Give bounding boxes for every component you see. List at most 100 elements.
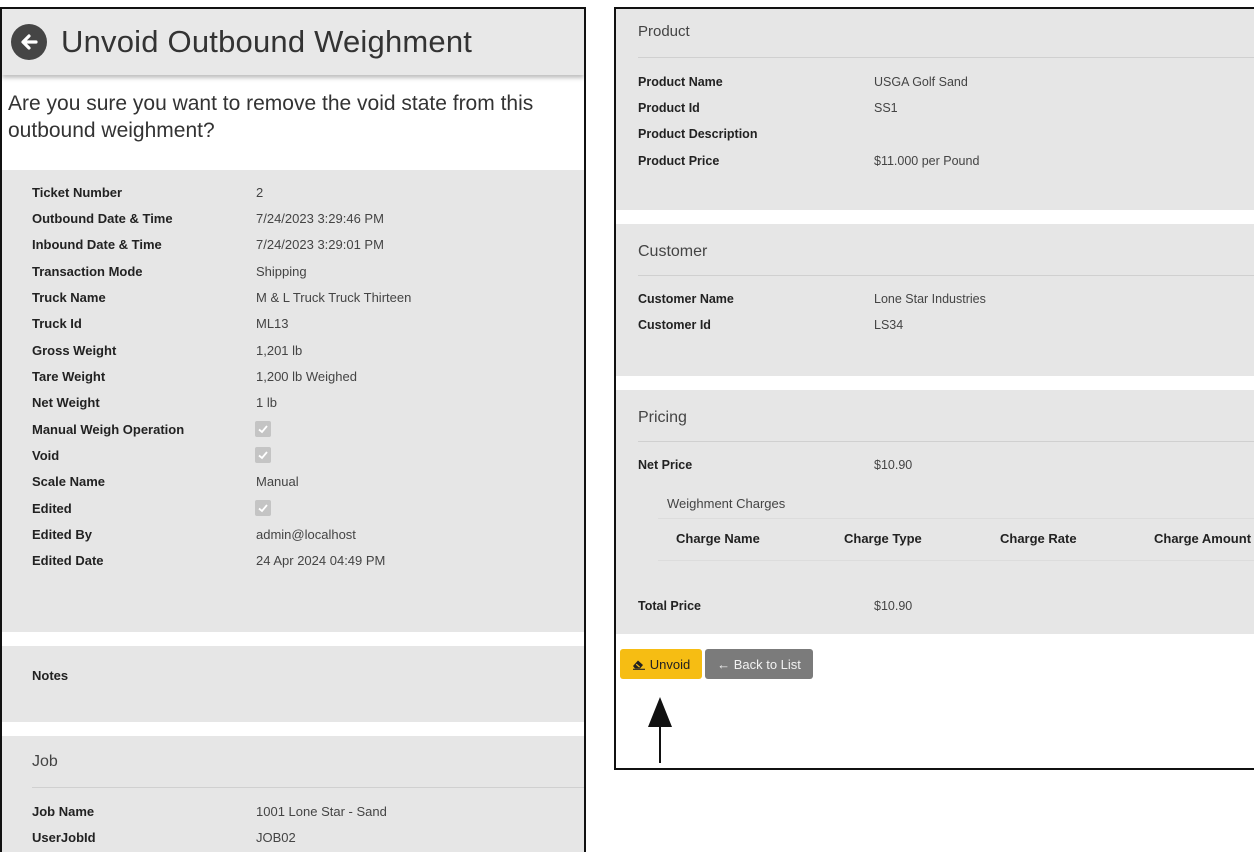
product-section: Product Product Name USGA Golf Sand Prod…: [616, 9, 1254, 210]
detail-row-manual-weigh: Manual Weigh Operation: [32, 416, 184, 442]
weighment-detail-panel: Unvoid Outbound Weighment Are you sure y…: [0, 7, 586, 852]
edited-date-value: 24 Apr 2024 04:49 PM: [256, 553, 386, 568]
product-description-label: Product Description: [638, 127, 758, 141]
detail-label: Gross Weight: [32, 342, 117, 358]
detail-label: Net Weight: [32, 394, 100, 410]
detail-row-scale-name: Scale Name: [32, 468, 105, 494]
detail-label: Truck Name: [32, 289, 106, 305]
notes-label: Notes: [32, 668, 69, 683]
edited-checkbox: [255, 500, 271, 516]
detail-row-void: Void: [32, 442, 59, 468]
weighment-pricing-panel: Product Product Name USGA Golf Sand Prod…: [614, 7, 1254, 770]
transaction-mode-value: Shipping: [256, 264, 307, 279]
charge-name-column-header: Charge Name: [676, 531, 760, 546]
scale-name-value: Manual: [256, 474, 299, 489]
detail-row-edited-date: Edited Date: [32, 547, 104, 573]
product-id-value: SS1: [874, 101, 898, 115]
detail-label: Truck Id: [32, 315, 82, 331]
detail-row-outbound-datetime: Outbound Date & Time: [32, 205, 173, 231]
detail-row-truck-name: Truck Name: [32, 284, 106, 310]
divider: [638, 57, 1254, 58]
divider: [638, 275, 1254, 276]
detail-label: Manual Weigh Operation: [32, 421, 185, 437]
customer-id-value: LS34: [874, 318, 904, 332]
truck-name-value: M & L Truck Truck Thirteen: [256, 290, 412, 305]
detail-label: Ticket Number: [32, 184, 123, 200]
job-section: Job Job Name 1001 Lone Star - Sand UserJ…: [2, 736, 584, 852]
detail-row-inbound-datetime: Inbound Date & Time: [32, 231, 162, 257]
product-price-value: $11.000 per Pound: [874, 154, 980, 168]
outbound-datetime-value: 7/24/2023 3:29:46 PM: [256, 211, 384, 226]
divider: [658, 518, 1254, 519]
weighment-details-section: Ticket Number 2 Outbound Date & Time 7/2…: [2, 170, 584, 632]
detail-row-ticket-number: Ticket Number: [32, 179, 122, 205]
back-arrow-icon[interactable]: [11, 24, 47, 60]
customer-heading: Customer: [638, 243, 708, 260]
detail-row-edited-by: Edited By: [32, 521, 92, 547]
detail-label: Scale Name: [32, 473, 105, 489]
eraser-icon: [632, 660, 645, 670]
pricing-heading: Pricing: [638, 409, 687, 426]
product-name-label: Product Name: [638, 75, 723, 89]
user-job-id-label: UserJobId: [32, 830, 96, 845]
detail-row-tare-weight: Tare Weight: [32, 363, 105, 389]
net-price-value: $10.90: [874, 458, 913, 472]
unvoid-button-label: Unvoid: [649, 656, 691, 672]
truck-id-value: ML13: [256, 316, 289, 331]
ticket-number-value: 2: [256, 185, 264, 200]
job-heading: Job: [32, 753, 58, 770]
net-weight-value: 1 lb: [256, 395, 277, 410]
job-name-label: Job Name: [32, 804, 95, 819]
product-name-value: USGA Golf Sand: [874, 75, 968, 89]
job-name-value: 1001 Lone Star - Sand: [256, 804, 387, 819]
divider: [638, 441, 1254, 442]
total-price-value: $10.90: [874, 599, 913, 613]
detail-label: Transaction Mode: [32, 263, 143, 279]
unvoid-button[interactable]: Unvoid: [620, 649, 702, 679]
detail-row-transaction-mode: Transaction Mode: [32, 258, 143, 284]
divider: [658, 560, 1254, 561]
gross-weight-value: 1,201 lb: [256, 343, 303, 358]
detail-row-edited: Edited: [32, 495, 72, 521]
check-icon: [258, 504, 268, 513]
customer-name-label: Customer Name: [638, 292, 734, 306]
confirmation-question: Are you sure you want to remove the void…: [8, 92, 534, 142]
pointer-arrow-icon: [648, 697, 672, 763]
detail-row-net-weight: Net Weight: [32, 389, 100, 415]
tare-weight-value: 1,200 lb Weighed: [256, 369, 357, 384]
charge-amount-column-header: Charge Amount: [1154, 531, 1252, 546]
charge-rate-column-header: Charge Rate: [1000, 531, 1077, 546]
page-title: Unvoid Outbound Weighment: [61, 24, 473, 59]
detail-label: Outbound Date & Time: [32, 210, 173, 226]
detail-label: Void: [32, 447, 60, 463]
detail-row-truck-id: Truck Id: [32, 310, 82, 336]
product-id-label: Product Id: [638, 101, 700, 115]
user-job-id-value: JOB02: [256, 830, 296, 845]
check-icon: [258, 425, 268, 434]
notes-section: Notes: [2, 646, 584, 722]
void-checkbox: [255, 447, 271, 463]
page-header: Unvoid Outbound Weighment: [2, 9, 584, 75]
customer-name-value: Lone Star Industries: [874, 292, 986, 306]
inbound-datetime-value: 7/24/2023 3:29:01 PM: [256, 237, 384, 252]
total-price-label: Total Price: [638, 599, 701, 613]
manual-weigh-checkbox: [255, 421, 271, 437]
customer-id-label: Customer Id: [638, 318, 711, 332]
detail-label: Edited Date: [32, 552, 104, 568]
detail-label: Tare Weight: [32, 368, 106, 384]
back-to-list-label: ← Back to List: [717, 656, 801, 672]
check-icon: [258, 451, 268, 460]
product-heading: Product: [638, 23, 690, 40]
product-price-label: Product Price: [638, 154, 720, 168]
detail-label: Inbound Date & Time: [32, 236, 162, 252]
weighment-charges-title: Weighment Charges: [667, 496, 786, 511]
back-to-list-button[interactable]: ← Back to List: [705, 649, 813, 679]
pricing-section: Pricing Net Price $10.90 Weighment Charg…: [616, 390, 1254, 634]
edited-by-value: admin@localhost: [256, 527, 356, 542]
charge-type-column-header: Charge Type: [844, 531, 922, 546]
customer-section: Customer Customer Name Lone Star Industr…: [616, 224, 1254, 376]
detail-label: Edited By: [32, 526, 92, 542]
divider: [32, 787, 584, 788]
detail-row-gross-weight: Gross Weight: [32, 337, 116, 363]
detail-label: Edited: [32, 500, 72, 516]
